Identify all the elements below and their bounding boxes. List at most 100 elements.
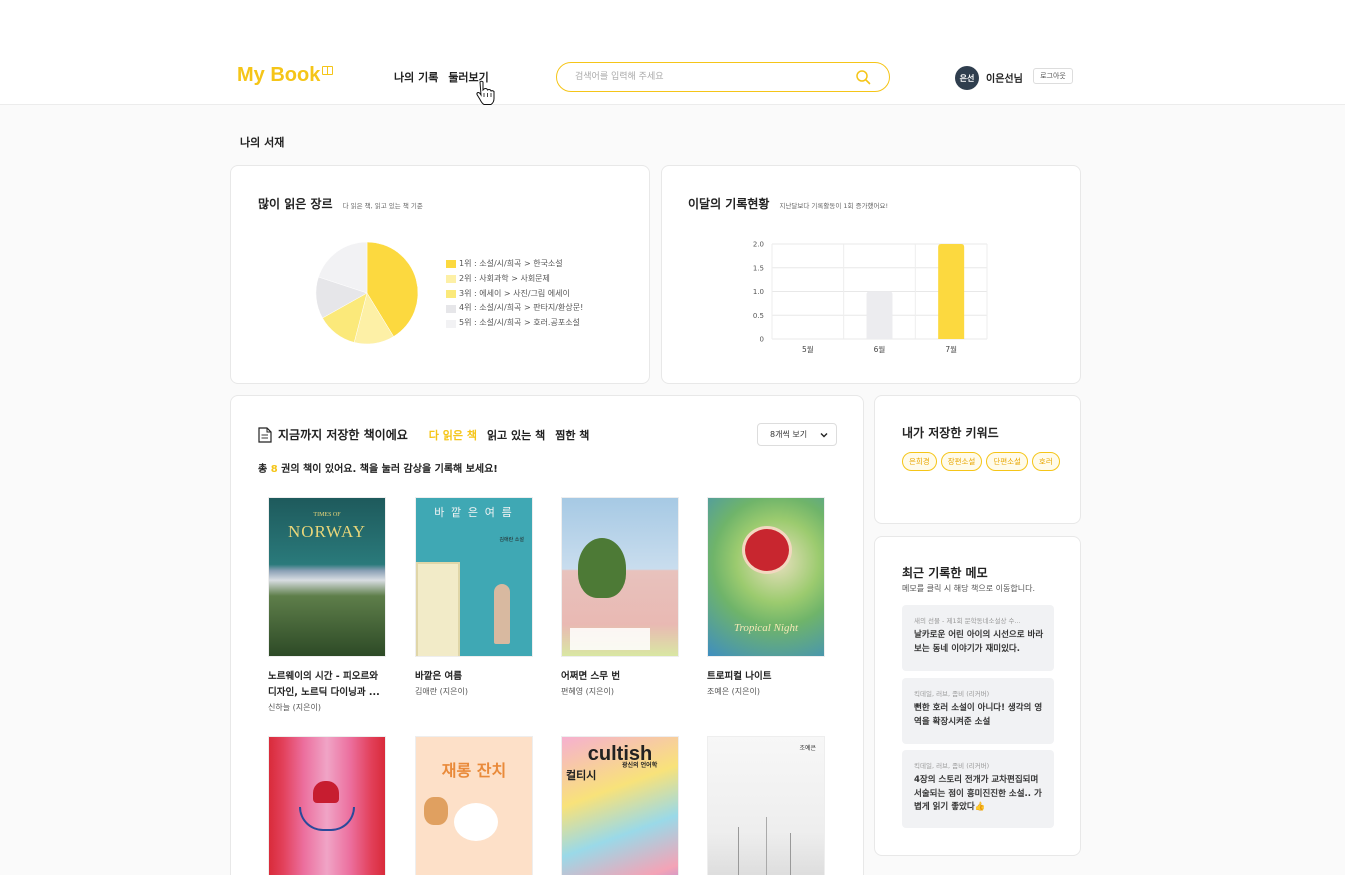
count-prefix: 총	[258, 464, 271, 475]
bar	[866, 291, 893, 339]
book-title: 노르웨이의 시간 - 피오르와 디자인, 노르딕 다이닝과 ...	[268, 671, 380, 698]
search-bar	[556, 62, 890, 92]
tab-reading[interactable]: 읽고 있는 책	[487, 427, 545, 443]
per-page-value: 8개씩 보기	[770, 430, 808, 439]
y-tick-label: 1.0	[753, 288, 764, 296]
username: 이은선님	[986, 74, 1023, 85]
memo-source: 킥데일, 러브, 좀비 (리커버)	[914, 690, 990, 698]
memo-subtitle: 메모를 클릭 시 해당 책으로 이동합니다.	[902, 584, 1036, 593]
book-author: 조예은 (지은이)	[707, 687, 760, 696]
keywords-title: 내가 저장한 키워드	[902, 426, 999, 440]
book-title: 바깥은 여름	[415, 671, 463, 682]
memo-text: 날카로운 어린 아이의 시선으로 바라보는 동네 이야기가 재미있다.	[914, 630, 1044, 654]
book-cover[interactable]: 바 깥 은 여 름 김애란 소설	[415, 497, 533, 657]
legend-item: 4위 : 소설/시/희곡 > 판타지/환상문!	[446, 301, 583, 316]
memo-text: 4장의 스토리 전개가 교차편집되며 서술되는 점이 흥미진진한 소설.. 가볍…	[914, 775, 1042, 812]
nav-my-records[interactable]: 나의 기록	[394, 69, 438, 85]
book-cover[interactable]: 재롱 잔치	[415, 736, 533, 875]
book-author: 신하늘 (지은이)	[268, 703, 321, 712]
record-title-text: 이달의 기록현황	[688, 197, 770, 211]
cover-text: cultish	[587, 743, 653, 765]
book-cover[interactable]: cultish 컬티시 광신의 언어학	[561, 736, 679, 875]
book-cover[interactable]: 조예은	[707, 736, 825, 875]
keyword-chip[interactable]: 단편소설	[986, 452, 1028, 471]
cover-text: NORWAY	[287, 522, 367, 541]
genre-card: 많이 읽은 장르 다 읽은 책, 읽고 있는 책 기준	[230, 165, 650, 384]
book-cover[interactable]: TIMES OF NORWAY	[268, 497, 386, 657]
legend-item: 2위 : 사회과학 > 사회문제	[446, 272, 583, 287]
book-author: 편혜영 (지은이)	[561, 687, 614, 696]
chevron-down-icon	[820, 433, 828, 438]
y-tick-label: 1.5	[753, 264, 764, 272]
legend-swatch	[446, 304, 456, 313]
cover-text: 조예은	[799, 745, 816, 752]
page-title: 나의 서재	[240, 136, 285, 149]
avatar[interactable]: 은선	[955, 66, 979, 90]
cover-text: TIMES OF	[313, 512, 341, 518]
keyword-chip[interactable]: 호러	[1031, 452, 1060, 471]
cover-text: 컬티시	[566, 769, 597, 782]
record-card: 이달의 기록현황 지난달보다 기록활동이 1회 증가했어요! 0 0.5 1.0 1.5…	[661, 165, 1081, 384]
cover-pomegranate	[742, 526, 792, 574]
y-tick-label: 2.0	[753, 241, 764, 249]
logout-button[interactable]: 로그아웃	[1033, 68, 1073, 84]
legend-label: 1위 : 소설/시/희곡 > 한국소설	[459, 259, 563, 268]
legend-label: 5위 : 소설/시/희곡 > 호러.공포소설	[459, 318, 580, 328]
book-item[interactable]: 조예은	[707, 736, 825, 875]
tab-finished[interactable]: 다 읽은 책	[429, 427, 477, 443]
search-input[interactable]	[575, 69, 845, 85]
book-item[interactable]: TIMES OF NORWAY 노르웨이의 시간 - 피오르와 디자인, 노르딕…	[268, 497, 386, 713]
cover-text: 광신의 언어학	[622, 762, 658, 769]
count-number: 8	[270, 464, 278, 475]
top-spacer	[0, 0, 1345, 55]
book-item[interactable]: 바 깥 은 여 름 김애란 소설 바깥은 여름 김애란 (지은이)	[415, 497, 533, 697]
legend-swatch	[446, 319, 456, 328]
memo-title: 최근 기록한 메모	[902, 566, 988, 580]
x-tick-label: 6월	[874, 344, 886, 354]
shelf-title-text: 지금까지 저장한 책이에요	[278, 428, 408, 442]
memo-item[interactable]: 킥데일, 러브, 좀비 (리커버) 4장의 스토리 전개가 교차편집되며 서술되…	[902, 750, 1054, 828]
book-author: 김애란 (지은이)	[415, 687, 468, 696]
legend-swatch	[446, 275, 456, 284]
logo[interactable]: My Book	[237, 64, 334, 87]
legend-item: 5위 : 소설/시/희곡 > 호러.공포소설	[446, 316, 583, 331]
book-item[interactable]: Tropical Night 트로피컬 나이트 조예은 (지은이)	[707, 497, 825, 697]
genre-pie-chart	[315, 241, 419, 345]
keyword-list: 은희경 장편소설 단편소설 호러	[902, 452, 1067, 471]
book-item[interactable]: 어쩌면 스무 번 편혜영 (지은이)	[561, 497, 679, 697]
cover-text: Tropical Night	[733, 622, 799, 634]
tab-wishlist[interactable]: 찜한 책	[555, 427, 589, 443]
book-item[interactable]	[268, 736, 386, 875]
book-cover[interactable]	[561, 497, 679, 657]
book-count: 총 8 권의 책이 있어요. 책을 눌러 감상을 기록해 보세요!	[258, 460, 498, 475]
cover-tree-line	[766, 817, 767, 875]
genre-card-subtitle: 다 읽은 책, 읽고 있는 책 기준	[342, 202, 423, 210]
shelf-tabs: 지금까지 저장한 책이에요 다 읽은 책 읽고 있는 책 찜한 책	[258, 426, 589, 443]
cover-dog	[454, 803, 498, 841]
cover-text: 김애란 소설	[499, 537, 524, 543]
record-card-subtitle: 지난달보다 기록활동이 1회 증가했어요!	[779, 202, 889, 210]
genre-legend: 1위 : 소설/시/희곡 > 한국소설 2위 : 사회과학 > 사회문제 3위 …	[446, 257, 583, 331]
shelf-title: 지금까지 저장한 책이에요	[258, 426, 408, 443]
keyword-chip[interactable]: 은희경	[902, 452, 937, 471]
book-item[interactable]: 재롱 잔치	[415, 736, 533, 875]
search-icon[interactable]	[855, 69, 871, 85]
legend-label: 3위 : 에세이 > 사진/그림 에세이	[459, 288, 570, 298]
book-item[interactable]: cultish 컬티시 광신의 언어학	[561, 736, 679, 875]
record-card-title: 이달의 기록현황 지난달보다 기록활동이 1회 증가했어요!	[688, 195, 888, 212]
memo-item[interactable]: 새의 선물 - 제1회 문학동네소설상 수... 날카로운 어린 아이의 시선으…	[902, 605, 1054, 671]
per-page-select[interactable]: 8개씩 보기	[757, 423, 837, 446]
legend-swatch	[446, 260, 456, 269]
cover-tree	[578, 538, 626, 598]
cover-text: 재롱 잔치	[441, 761, 507, 780]
logo-text: My Book	[237, 64, 321, 86]
book-cover[interactable]: Tropical Night	[707, 497, 825, 657]
book-cover[interactable]	[268, 736, 386, 875]
cover-tree-line	[790, 833, 791, 875]
cover-glass	[299, 807, 355, 831]
bar	[938, 244, 965, 339]
memo-item[interactable]: 킥데일, 러브, 좀비 (리커버) 뻔한 호러 소설이 아니다! 생각의 영역을…	[902, 678, 1054, 744]
keyword-chip[interactable]: 장편소설	[940, 452, 983, 471]
x-tick-label: 7월	[945, 344, 957, 354]
x-tick-label: 5월	[802, 344, 814, 354]
